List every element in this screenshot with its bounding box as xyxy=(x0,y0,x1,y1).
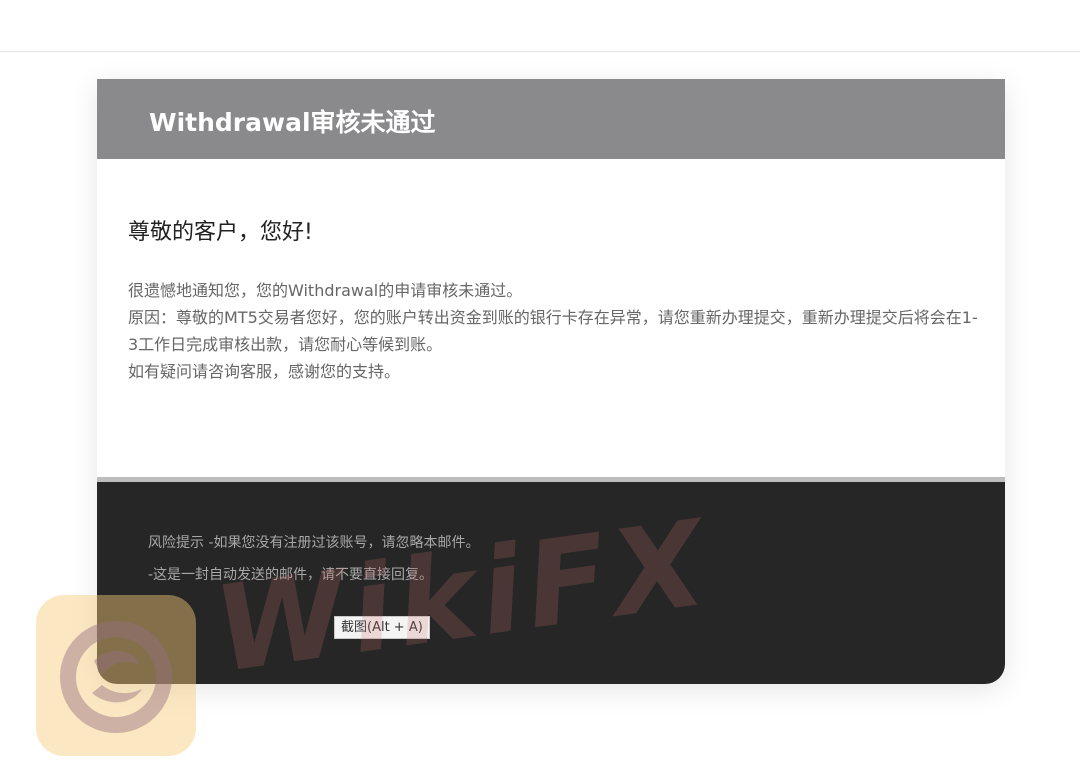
top-divider xyxy=(0,51,1080,52)
email-card: Withdrawal审核未通过 尊敬的客户，您好! 很遗憾地通知您，您的With… xyxy=(97,79,1005,684)
email-title: Withdrawal审核未通过 xyxy=(149,108,436,137)
message-line-contact: 如有疑问请咨询客服，感谢您的支持。 xyxy=(128,362,401,381)
email-footer: 风险提示 -如果您没有注册过该账号，请忽略本邮件。 -这是一封自动发送的邮件，请… xyxy=(97,482,1005,684)
message-block: 很遗憾地通知您，您的Withdrawal的申请审核未通过。 原因：尊敬的MT5交… xyxy=(128,277,978,385)
email-body: 尊敬的客户，您好! 很遗憾地通知您，您的Withdrawal的申请审核未通过。 … xyxy=(97,159,1005,477)
greeting: 尊敬的客户，您好! xyxy=(128,220,313,245)
email-header: Withdrawal审核未通过 xyxy=(97,79,1005,159)
message-line-notice: 很遗憾地通知您，您的Withdrawal的申请审核未通过。 xyxy=(128,281,523,300)
message-line-reason: 原因：尊敬的MT5交易者您好，您的账户转出资金到账的银行卡存在异常，请您重新办理… xyxy=(128,308,978,354)
risk-notice: 风险提示 -如果您没有注册过该账号，请忽略本邮件。 xyxy=(148,535,480,551)
screenshot-tooltip: 截图(Alt + A) xyxy=(334,616,430,639)
auto-mail-notice: -这是一封自动发送的邮件，请不要直接回复。 xyxy=(148,567,434,583)
